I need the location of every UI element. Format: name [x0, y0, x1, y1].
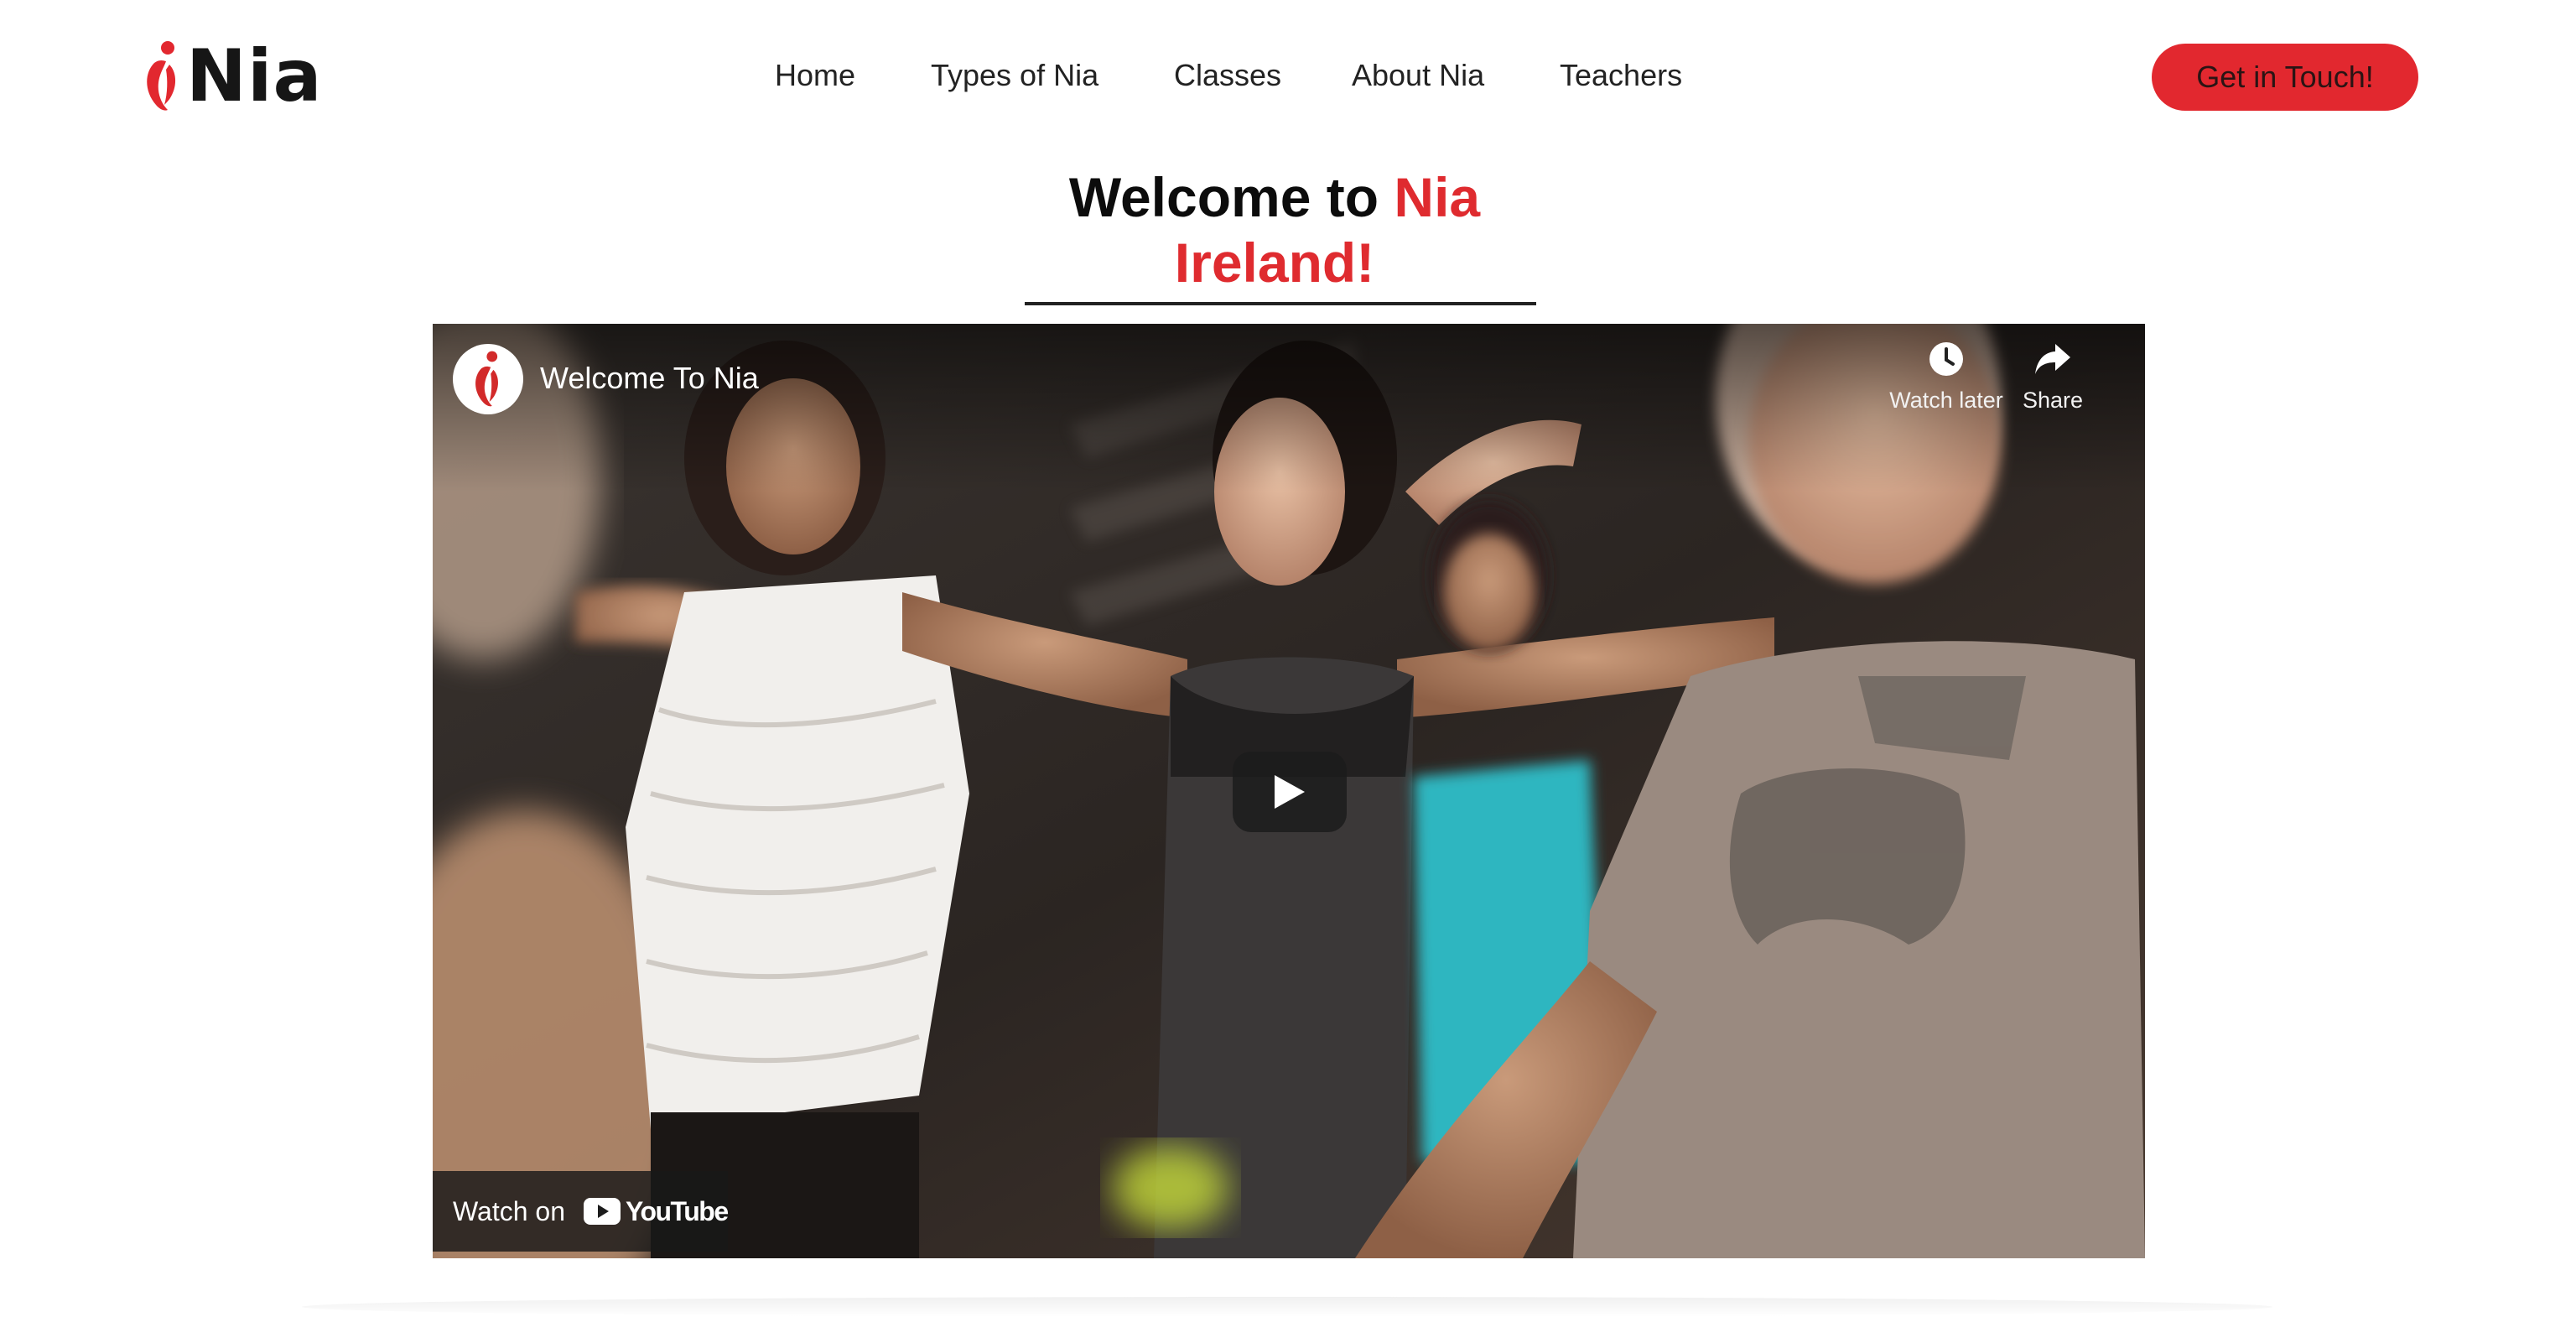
nia-figure-icon [475, 351, 499, 407]
get-in-touch-button[interactable]: Get in Touch! [2152, 44, 2418, 111]
nav-teachers[interactable]: Teachers [1560, 50, 1682, 101]
title-underline [1025, 302, 1536, 305]
youtube-wordmark: YouTube [625, 1195, 729, 1226]
watch-on-label: Watch on [453, 1196, 565, 1226]
play-button[interactable] [1233, 752, 1347, 832]
title-accent-nia: Nia [1394, 166, 1481, 228]
nav-about-nia[interactable]: About Nia [1352, 50, 1484, 101]
youtube-video-embed[interactable]: Welcome To Nia Watch later Share Watch o… [433, 324, 2145, 1258]
page-title: Welcome to Nia Ireland! [922, 164, 1627, 295]
nav-classes[interactable]: Classes [1174, 50, 1281, 101]
share-label: Share [2022, 388, 2084, 413]
play-icon [1275, 775, 1305, 809]
title-plain-text: Welcome to [1068, 166, 1394, 228]
share-arrow-icon [2035, 344, 2070, 374]
share-button[interactable]: Share [1994, 341, 2111, 414]
title-accent-ireland: Ireland! [1174, 232, 1375, 294]
youtube-logo-icon: YouTube [583, 1195, 729, 1227]
youtube-play-badge-icon [583, 1198, 621, 1225]
video-title[interactable]: Welcome To Nia [540, 357, 759, 399]
clock-icon [1929, 342, 1963, 376]
watch-on-youtube-link[interactable]: Watch on YouTube [433, 1171, 729, 1252]
nav-types-of-nia[interactable]: Types of Nia [931, 50, 1098, 101]
site-header: Nia Home Types of Nia Classes About Nia … [0, 0, 2576, 151]
section-divider-shadow [302, 1297, 2272, 1317]
nav-home[interactable]: Home [775, 50, 855, 101]
channel-avatar[interactable] [453, 344, 523, 414]
